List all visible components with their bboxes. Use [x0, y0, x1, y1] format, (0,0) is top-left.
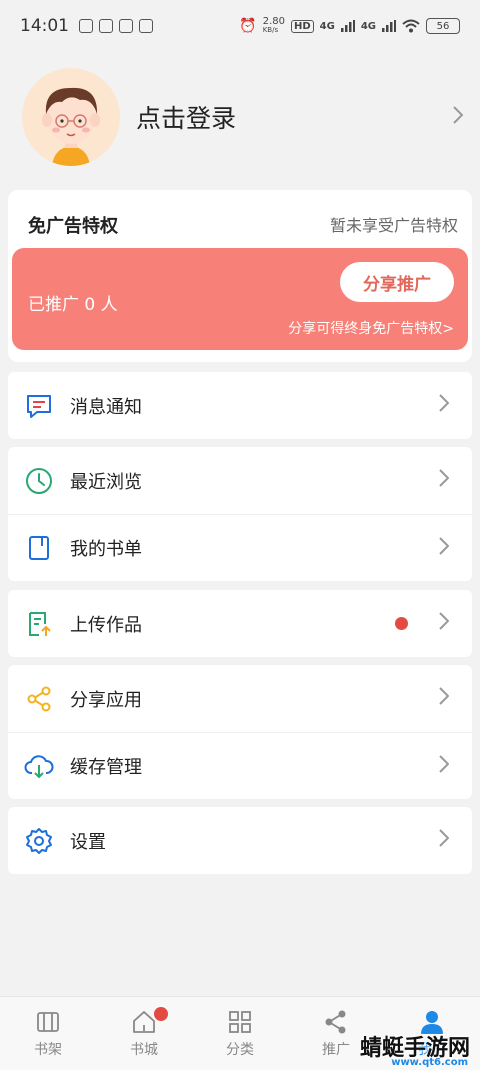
chevron-right-icon — [430, 393, 458, 418]
menu-item-label: 我的书单 — [70, 539, 142, 560]
chevron-right-icon — [430, 828, 458, 853]
menu-item-label: 分享应用 — [70, 689, 142, 711]
share-hint-link[interactable]: 分享可得终身免广告特权> — [288, 318, 454, 338]
alarm-icon: ⏰ — [239, 18, 257, 34]
menu-item-label: 设置 — [70, 831, 106, 853]
signal-bars-icon — [382, 20, 396, 32]
menu-card-upload: 上传作品 — [8, 590, 472, 657]
signal-4g-label: 4G — [360, 20, 376, 32]
menu-item-label: 上传作品 — [70, 614, 142, 636]
menu-item-upload[interactable]: 上传作品 — [8, 590, 472, 657]
booklist-icon — [24, 533, 54, 563]
status-time: 14:01 — [20, 16, 69, 36]
profile-login-row[interactable]: 点击登录 — [8, 52, 472, 182]
watermark-url: www.qt6.com — [391, 1057, 468, 1068]
chevron-right-icon — [430, 754, 458, 779]
tab-label: 分类 — [226, 1042, 254, 1058]
chevron-right-icon — [430, 468, 458, 493]
menu-item-cache[interactable]: 缓存管理 — [8, 732, 472, 799]
menu-item-label: 最近浏览 — [70, 471, 142, 493]
gear-icon — [24, 826, 54, 856]
tab-bookshelf[interactable]: 书架 — [0, 997, 96, 1070]
menu-item-label: 消息通知 — [70, 396, 142, 418]
promoted-count: 已推广 0 人 — [28, 295, 118, 315]
ad-privilege-title: 免广告特权 — [28, 216, 118, 237]
ad-privilege-status: 暂未享受广告特权 — [329, 216, 458, 235]
clock-icon — [24, 466, 54, 496]
message-icon — [24, 391, 54, 421]
app-notification-icon — [119, 19, 133, 33]
menu-item-settings[interactable]: 设置 — [8, 807, 472, 874]
wifi-icon — [402, 19, 420, 33]
category-grid-icon — [229, 1011, 251, 1033]
menu-item-messages[interactable]: 消息通知 — [8, 372, 472, 439]
cloud-download-icon — [24, 751, 54, 781]
chevron-right-icon — [430, 536, 458, 561]
share-promote-button[interactable]: 分享推广 — [340, 262, 454, 302]
chevron-right-icon — [444, 105, 472, 130]
status-bar: 14:01 ⏰ 2.80 KB/s HD 4G 4G 56 — [0, 0, 480, 52]
watermark-logo: 蜻蜓手游网 www.qt6.com — [336, 1024, 476, 1068]
login-label: 点击登录 — [136, 104, 237, 133]
signal-bars-icon — [340, 20, 355, 32]
signal-4g-label: 4G — [319, 20, 335, 32]
tab-label: 书架 — [34, 1042, 62, 1058]
app-notification-icon — [99, 19, 113, 33]
status-indicators: ⏰ 2.80 KB/s HD 4G 4G 56 — [239, 17, 460, 35]
tab-bookstore[interactable]: 书城 — [96, 997, 192, 1070]
battery-icon: 56 — [426, 18, 460, 34]
notification-dot — [395, 617, 408, 630]
menu-card-history: 最近浏览 我的书单 — [8, 447, 472, 581]
chevron-right-icon — [430, 611, 458, 636]
menu-card-messages: 消息通知 — [8, 372, 472, 439]
menu-item-label: 缓存管理 — [70, 757, 142, 778]
menu-card-tools: 分享应用 缓存管理 — [8, 665, 472, 799]
menu-card-settings: 设置 — [8, 807, 472, 874]
avatar — [22, 68, 120, 166]
network-speed: 2.80 — [262, 16, 285, 27]
upload-document-icon — [24, 609, 54, 639]
menu-item-my-booklist[interactable]: 我的书单 — [8, 514, 472, 581]
notification-dot — [154, 1007, 168, 1021]
hd-icon: HD — [290, 19, 314, 33]
app-notification-icon — [79, 19, 93, 33]
tab-category[interactable]: 分类 — [192, 997, 288, 1070]
bookshelf-icon — [37, 1012, 59, 1032]
chevron-right-icon — [430, 686, 458, 711]
network-speed-unit: KB/s — [262, 26, 279, 34]
menu-item-recent[interactable]: 最近浏览 — [8, 447, 472, 514]
tab-label: 书城 — [130, 1042, 158, 1058]
menu-item-share-app[interactable]: 分享应用 — [8, 665, 472, 732]
app-notification-icon — [139, 19, 153, 33]
promotion-panel: 已推广 0 人 分享推广 分享可得终身免广告特权> — [12, 248, 468, 350]
ad-privilege-card: 免广告特权 暂未享受广告特权 已推广 0 人 分享推广 分享可得终身免广告特权> — [8, 190, 472, 362]
share-icon — [24, 684, 54, 714]
